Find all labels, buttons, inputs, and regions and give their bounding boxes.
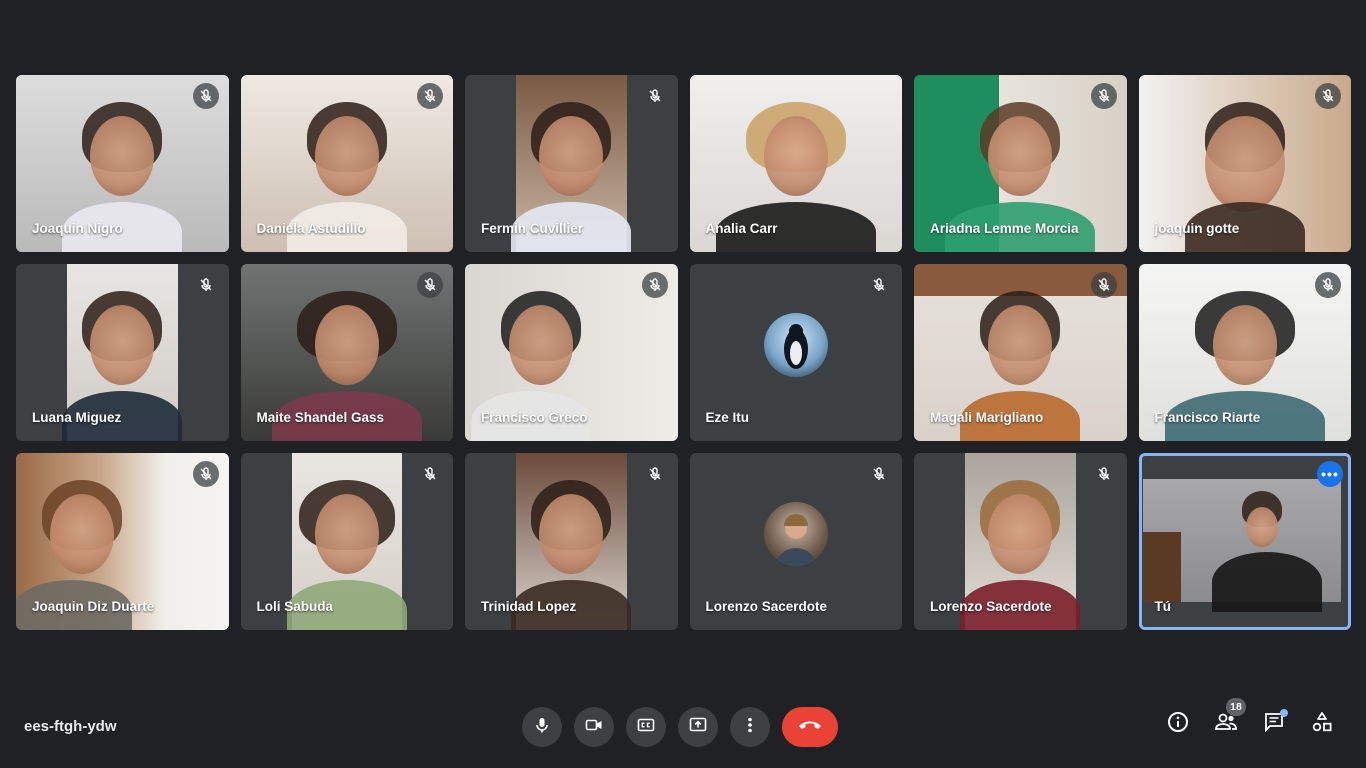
mic-off-icon	[641, 272, 668, 298]
participant-tile[interactable]: Eze Itu	[689, 264, 902, 441]
meeting-details-button[interactable]	[1166, 711, 1190, 738]
participant-name: Francisco Greco	[481, 410, 588, 425]
participant-tile[interactable]: Loli Sabuda	[240, 453, 453, 630]
captions-button[interactable]	[626, 707, 666, 747]
call-controls	[522, 707, 838, 747]
participant-tile[interactable]: Ariadna Lemme Morcia	[914, 75, 1127, 252]
mic-off-icon	[1315, 272, 1341, 298]
meeting-code: ees-ftgh-ydw	[24, 718, 117, 735]
participant-tile[interactable]: Daniela Astudillo	[240, 75, 453, 252]
participant-tile[interactable]: Lorenzo Sacerdote	[689, 453, 902, 630]
mic-off-icon	[417, 83, 443, 109]
new-message-dot	[1280, 709, 1288, 717]
people-count-badge: 18	[1226, 698, 1246, 716]
bottom-bar: ees-ftgh-ydw 18	[0, 690, 1366, 768]
participant-tile[interactable]: Luana Miguez	[16, 264, 229, 441]
mic-off-icon	[1090, 83, 1117, 109]
participant-name: Analia Carr	[705, 221, 778, 236]
participant-name: Joaquin Diz Duarte	[32, 599, 155, 614]
side-panel-toolbar: 18	[1166, 698, 1334, 738]
participant-name: Loli Sabuda	[256, 599, 334, 614]
participant-name: Lorenzo Sacerdote	[705, 599, 828, 614]
present-icon	[688, 715, 708, 740]
participant-name: Francisco Riarte	[1154, 410, 1261, 425]
participant-name: Ariadna Lemme Morcia	[930, 221, 1079, 236]
mic-off-icon	[866, 461, 892, 487]
more-options-button[interactable]: •••	[1317, 461, 1343, 487]
mic-off-icon	[1090, 272, 1117, 298]
participant-tile[interactable]: Maite Shandel Gass	[240, 264, 453, 441]
participant-tile[interactable]: Trinidad Lopez	[465, 453, 678, 630]
participant-name: Tú	[1154, 599, 1172, 614]
participant-tile[interactable]: Francisco Riarte	[1138, 264, 1351, 441]
mic-button[interactable]	[522, 707, 562, 747]
captions-icon	[636, 715, 656, 740]
participant-name: Fermin Cuvillier	[481, 221, 584, 236]
activities-button[interactable]	[1310, 711, 1334, 738]
chat-button[interactable]	[1262, 709, 1288, 736]
avatar	[763, 312, 828, 377]
camera-icon	[584, 715, 604, 740]
mic-off-icon	[866, 272, 892, 298]
participant-tile[interactable]: joaquin gotte	[1138, 75, 1351, 252]
self-tile[interactable]: ••• Tú	[1138, 453, 1351, 630]
end-call-button[interactable]	[782, 707, 838, 747]
participant-tile[interactable]: Magali Marigliano	[914, 264, 1127, 441]
mic-off-icon	[641, 83, 668, 109]
participant-tile[interactable]: Lorenzo Sacerdote	[914, 453, 1127, 630]
participant-tile[interactable]: Fermin Cuvillier	[465, 75, 678, 252]
present-button[interactable]	[678, 707, 718, 747]
participant-name: Luana Miguez	[32, 410, 122, 425]
mic-off-icon	[192, 461, 219, 487]
self-video	[1142, 479, 1341, 612]
participant-name: Magali Marigliano	[930, 410, 1044, 425]
people-button[interactable]: 18	[1214, 698, 1246, 736]
participant-tile[interactable]: Francisco Greco	[465, 264, 678, 441]
mic-icon	[532, 715, 552, 740]
participant-name: joaquin gotte	[1154, 221, 1240, 236]
participant-name: Trinidad Lopez	[481, 599, 577, 614]
participant-tile[interactable]: Joaquin Nigro	[16, 75, 229, 252]
more-options-button[interactable]	[730, 707, 770, 747]
participant-name: Maite Shandel Gass	[256, 410, 385, 425]
avatar	[763, 501, 828, 566]
participant-name: Joaquin Nigro	[32, 221, 123, 236]
participant-name: Eze Itu	[705, 410, 750, 425]
camera-button[interactable]	[574, 707, 614, 747]
mic-off-icon	[192, 272, 219, 298]
participant-grid: Joaquin Nigro Daniela Astudillo Fermin C…	[16, 75, 1351, 630]
end-call-icon	[797, 718, 823, 737]
mic-off-icon	[1090, 461, 1117, 487]
more-vert-icon	[740, 715, 760, 740]
activities-icon	[1311, 711, 1333, 738]
mic-off-icon	[417, 461, 443, 487]
mic-off-icon	[417, 272, 443, 298]
participant-name: Daniela Astudillo	[256, 221, 366, 236]
mic-off-icon	[1315, 83, 1341, 109]
mic-off-icon	[192, 83, 219, 109]
participant-tile[interactable]: Joaquin Diz Duarte	[16, 453, 229, 630]
mic-off-icon	[641, 461, 668, 487]
info-icon	[1167, 711, 1189, 738]
participant-name: Lorenzo Sacerdote	[930, 599, 1052, 614]
participant-tile[interactable]: Analia Carr	[689, 75, 902, 252]
